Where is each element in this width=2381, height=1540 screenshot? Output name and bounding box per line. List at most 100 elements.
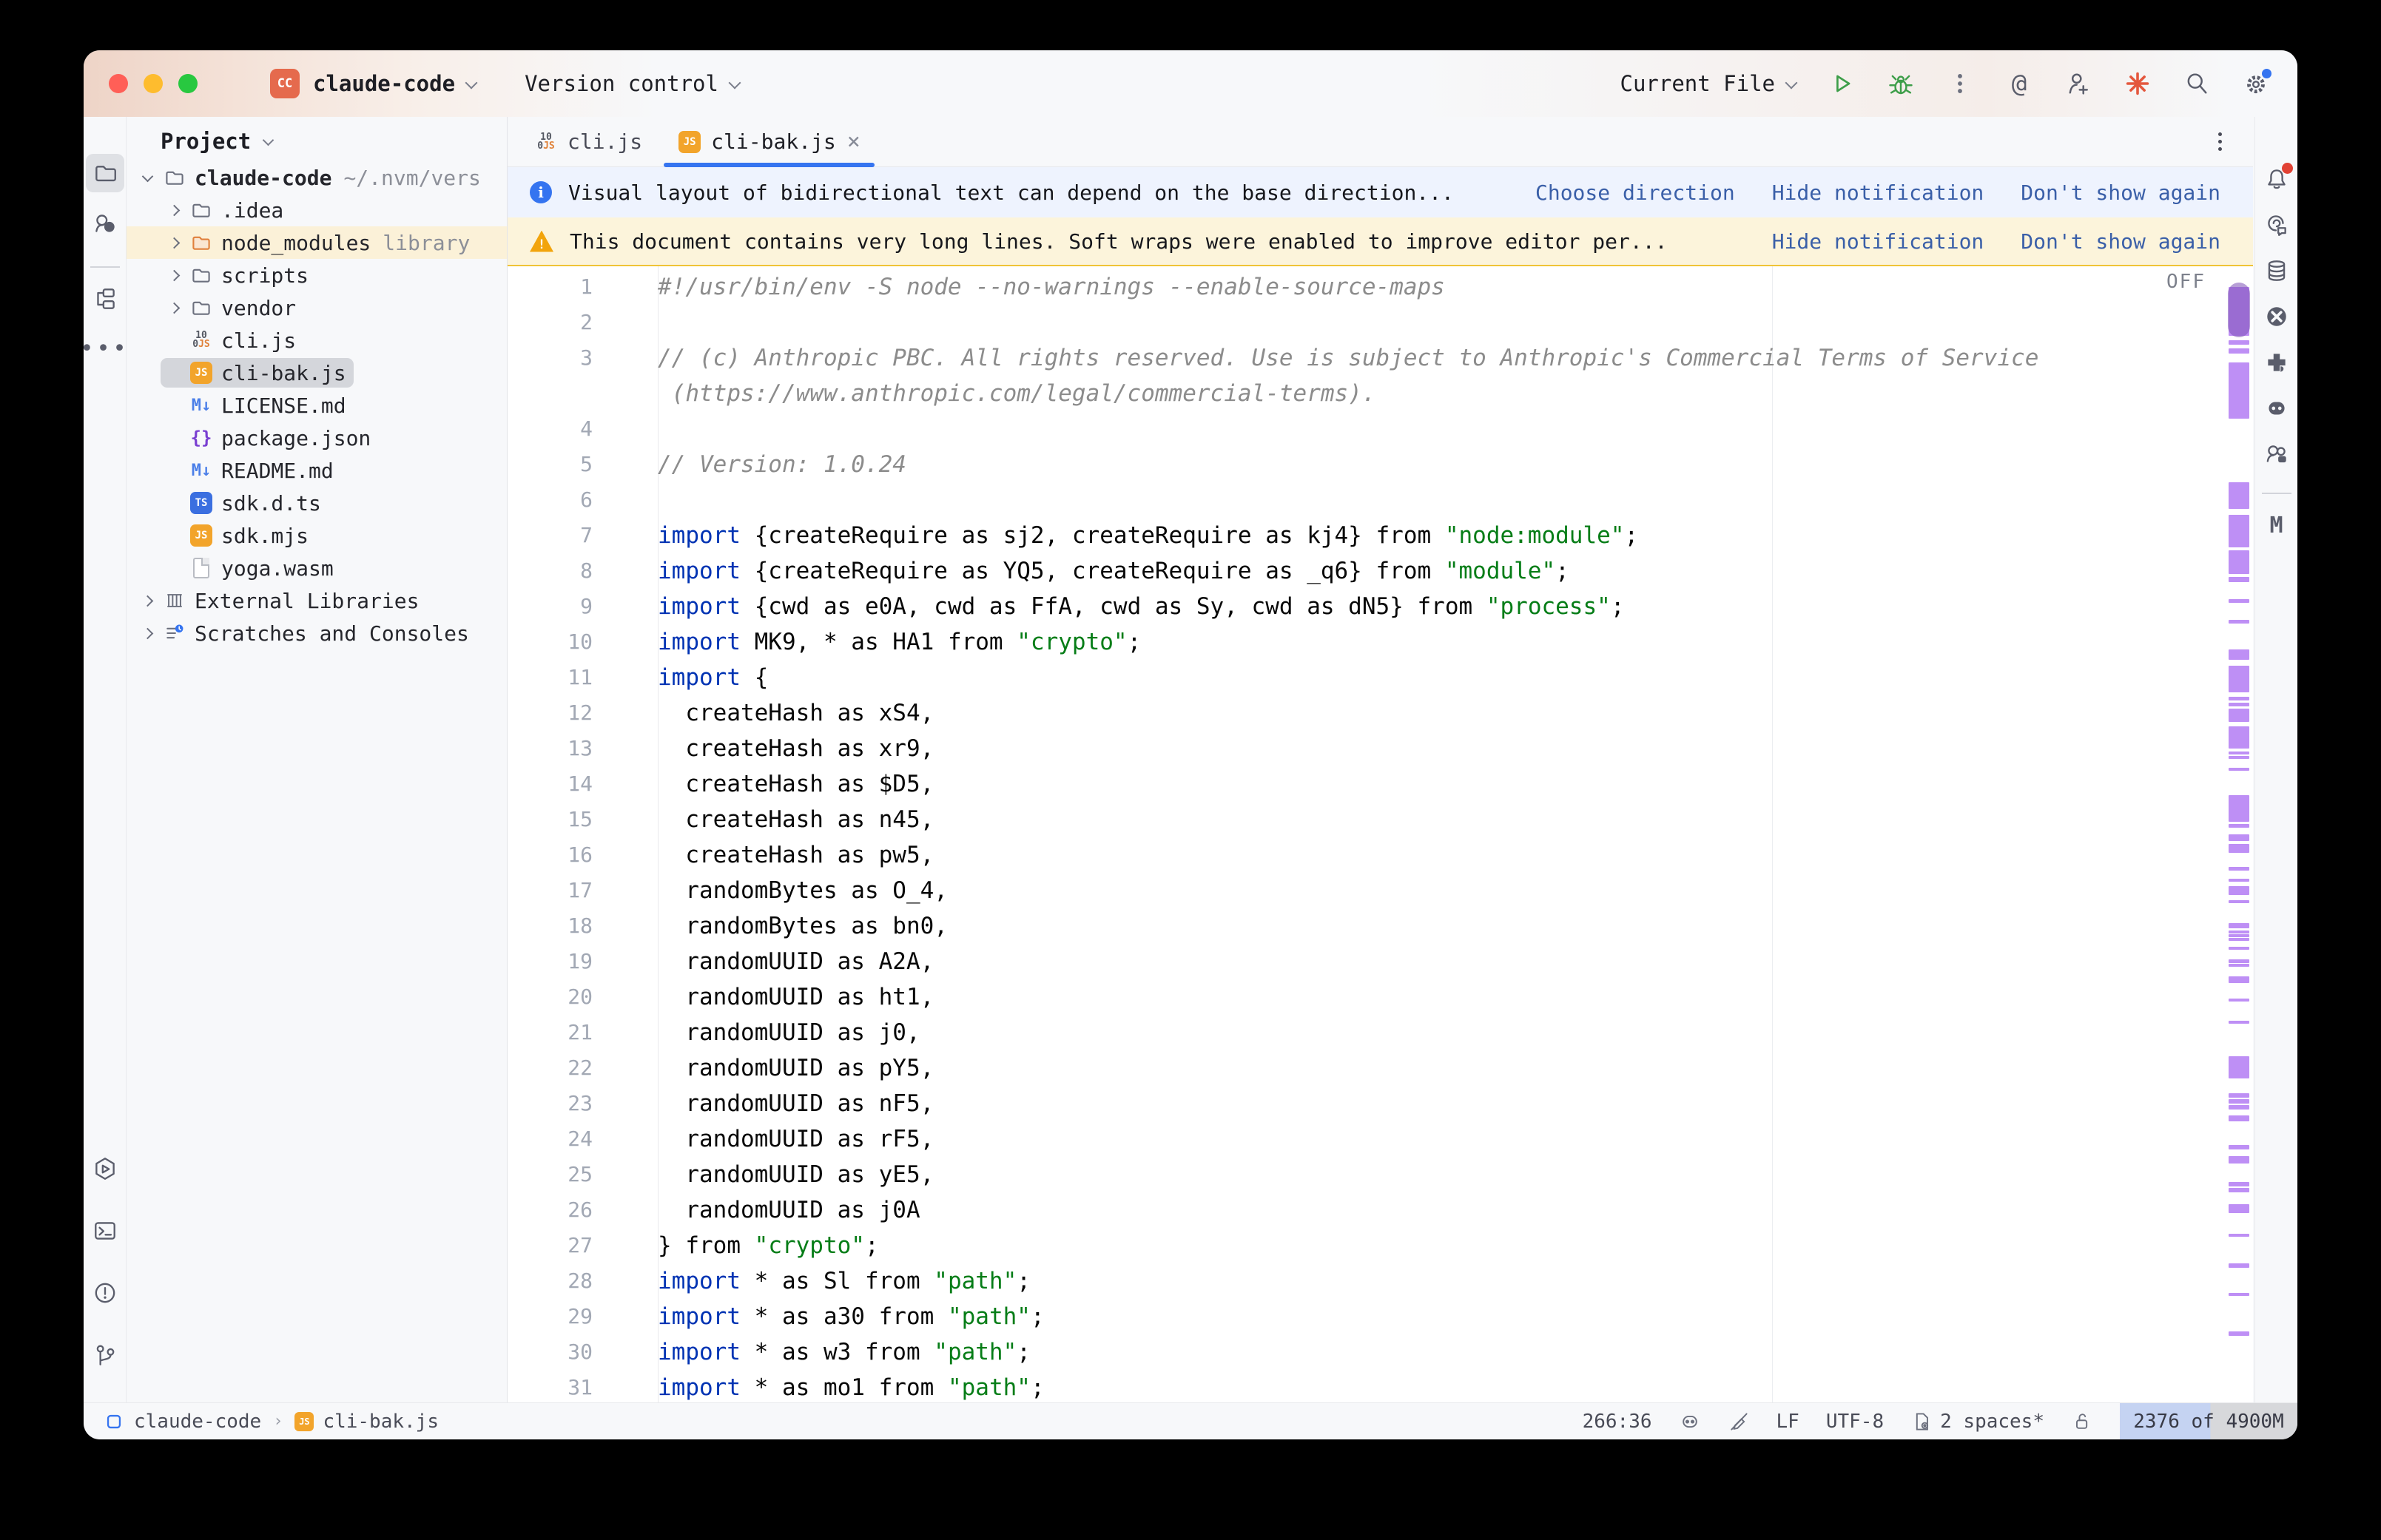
project-widget-icon[interactable] — [103, 1411, 125, 1433]
readonly-pen-icon[interactable] — [1728, 1411, 1750, 1433]
line-number: 7 — [508, 518, 658, 553]
chevron-right-icon[interactable] — [161, 304, 187, 312]
git-branch-icon[interactable] — [86, 1336, 124, 1374]
notification-links: Choose direction Hide notification Don't s… — [1535, 180, 2220, 205]
copilot-status-icon[interactable] — [1679, 1411, 1701, 1433]
chevron-right-icon[interactable] — [161, 206, 187, 215]
breadcrumb-project[interactable]: claude-code — [134, 1411, 261, 1433]
tree-item--idea[interactable]: .idea — [127, 194, 507, 226]
line-number: 28 — [508, 1263, 658, 1299]
tree-item-readme-md[interactable]: M↓README.md — [127, 454, 507, 487]
services-icon[interactable] — [86, 1149, 124, 1188]
x-circle-icon[interactable] — [2257, 297, 2296, 336]
tree-item-label: External Libraries — [195, 589, 419, 613]
close-tab-icon[interactable]: × — [847, 129, 861, 155]
editor-scrollbar[interactable] — [2228, 266, 2250, 1402]
tree-item-yoga-wasm[interactable]: yoga.wasm — [127, 552, 507, 584]
project-folder-icon[interactable] — [86, 154, 124, 192]
ai-spark-icon[interactable] — [2123, 69, 2152, 98]
memory-indicator[interactable]: 2376 of 4900M — [2120, 1403, 2297, 1440]
chevron-right-icon[interactable] — [161, 239, 187, 247]
run-configuration-select[interactable]: Current File — [1620, 71, 1797, 96]
tree-item-scratches-and-consoles[interactable]: Scratches and Consoles — [127, 617, 507, 649]
chevron-right-icon[interactable] — [161, 271, 187, 280]
chevron-down-icon — [729, 78, 741, 90]
tree-item-node-modules[interactable]: node_moduleslibrary — [127, 226, 507, 259]
scrollbar-change-mark — [2229, 1099, 2249, 1104]
notification-link[interactable]: Choose direction — [1535, 180, 1735, 205]
line-number: 29 — [508, 1299, 658, 1334]
chevron-down-icon[interactable] — [134, 175, 161, 180]
code-editor[interactable]: 1#!/usr/bin/env -S node --no-warnings --… — [508, 266, 2253, 1402]
chevron-right-icon[interactable] — [134, 629, 161, 638]
line-number: 27 — [508, 1228, 658, 1263]
tree-item-scripts[interactable]: scripts — [127, 259, 507, 291]
problems-icon[interactable] — [86, 1274, 124, 1312]
chevron-right-icon[interactable] — [134, 597, 161, 605]
project-menu[interactable]: claude-code — [313, 71, 477, 96]
highlighting-level-badge[interactable]: OFF — [2166, 271, 2206, 293]
scratches-icon — [161, 622, 189, 644]
tree-item-label: claude-code — [195, 166, 331, 190]
encoding-widget[interactable]: UTF-8 — [1826, 1411, 1884, 1433]
settings-icon[interactable] — [2241, 69, 2271, 98]
run-icon[interactable] — [1827, 69, 1856, 98]
scrollbar-change-mark — [2229, 886, 2249, 895]
notification-link[interactable]: Don't show again — [2021, 180, 2220, 205]
code-line: 1#!/usr/bin/env -S node --no-warnings --… — [508, 269, 2253, 305]
plugin-plus-icon[interactable] — [2257, 343, 2296, 382]
structure-icon[interactable] — [86, 280, 124, 318]
tree-item-label: cli-bak.js — [221, 361, 346, 385]
ai-assistant-icon[interactable] — [2257, 206, 2296, 244]
tree-item-cli-js[interactable]: 100JScli.js — [127, 324, 507, 357]
js-file-icon: JS — [678, 131, 701, 153]
tab-cli-js[interactable]: 100JS cli.js — [516, 117, 660, 166]
tree-item-sdk-mjs[interactable]: JSsdk.mjs — [127, 519, 507, 552]
tree-item-external-libraries[interactable]: External Libraries — [127, 584, 507, 617]
more-icon[interactable] — [1945, 69, 1975, 98]
indent-widget[interactable]: 2 spaces* — [1910, 1411, 2044, 1433]
line-number: 22 — [508, 1050, 658, 1086]
users-help-icon[interactable]: ? — [86, 204, 124, 243]
database-icon[interactable] — [2257, 251, 2296, 290]
minimize-window-button[interactable] — [144, 74, 163, 93]
line-number: 5 — [508, 447, 658, 482]
terminal-icon[interactable] — [86, 1212, 124, 1250]
notification-link[interactable]: Hide notification — [1772, 180, 1984, 205]
scrollbar-change-mark — [2229, 1056, 2249, 1078]
caret-position[interactable]: 266:36 — [1583, 1411, 1652, 1433]
line-number: 23 — [508, 1086, 658, 1121]
more-tool-windows-icon[interactable]: ••• — [86, 330, 124, 368]
zoom-window-button[interactable] — [178, 74, 198, 93]
notifications-bell-icon[interactable] — [2257, 160, 2296, 198]
scrollbar-change-mark — [2229, 844, 2249, 853]
add-user-icon[interactable] — [2064, 69, 2093, 98]
tree-item-claude-code[interactable]: claude-code~/.nvm/vers — [127, 161, 507, 194]
tree-item-package-json[interactable]: {}package.json — [127, 422, 507, 454]
scrollbar-thumb[interactable] — [2228, 283, 2250, 337]
close-window-button[interactable] — [109, 74, 128, 93]
code-line: 7import {createRequire as sj2, createReq… — [508, 518, 2253, 553]
vcs-menu[interactable]: Version control — [525, 71, 741, 96]
line-number: 24 — [508, 1121, 658, 1157]
tree-item-vendor[interactable]: vendor — [127, 291, 507, 324]
project-panel-header[interactable]: Project — [127, 117, 507, 160]
tab-options-icon[interactable] — [2218, 132, 2222, 151]
group-chat-icon[interactable] — [2257, 435, 2296, 473]
robot-icon[interactable] — [2257, 389, 2296, 428]
breadcrumb-file[interactable]: cli-bak.js — [323, 1411, 439, 1433]
tree-item-cli-bak-js[interactable]: JS cli-bak.js — [127, 357, 507, 389]
tab-cli-bak-js[interactable]: JS cli-bak.js × — [660, 117, 878, 166]
mention-icon[interactable]: @ — [2004, 69, 2034, 98]
tree-item-sdk-d-ts[interactable]: TSsdk.d.ts — [127, 487, 507, 519]
debug-icon[interactable] — [1886, 69, 1916, 98]
js-file-icon: JS — [187, 362, 215, 384]
line-ending-widget[interactable]: LF — [1777, 1411, 1799, 1433]
code-line: 2 — [508, 305, 2253, 340]
m-plugin-icon[interactable]: M — [2257, 506, 2296, 544]
tree-item-license-md[interactable]: M↓LICENSE.md — [127, 389, 507, 422]
notification-link[interactable]: Don't show again — [2021, 229, 2220, 254]
notification-link[interactable]: Hide notification — [1772, 229, 1984, 254]
search-icon[interactable] — [2182, 69, 2212, 98]
lock-widget[interactable] — [2071, 1411, 2093, 1433]
